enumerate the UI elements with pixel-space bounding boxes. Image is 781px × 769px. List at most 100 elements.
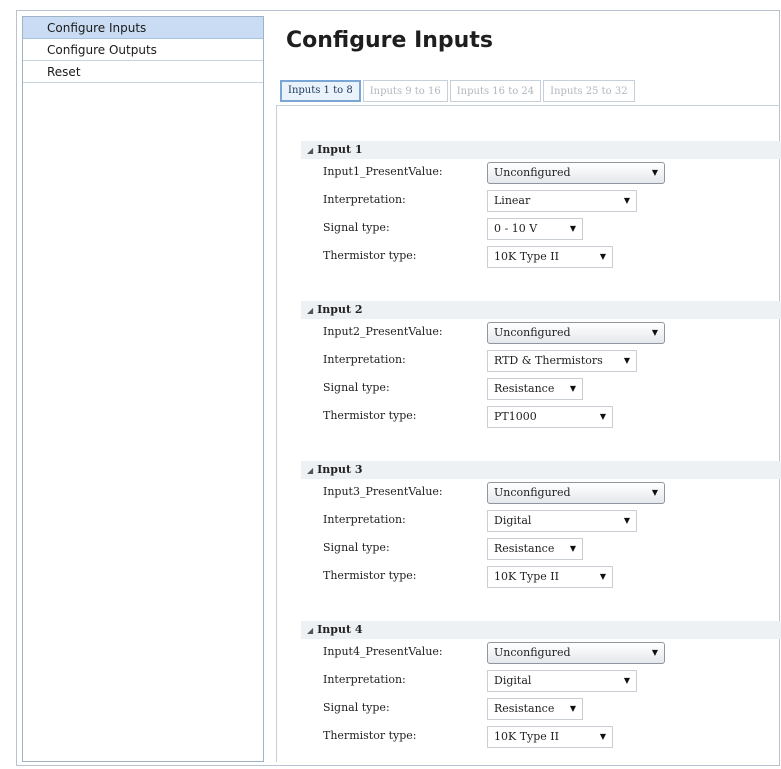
sidebar-item-reset[interactable]: Reset [23,61,263,83]
input-3-header[interactable]: ◢ Input 3 [301,461,781,479]
select-value: Digital [494,674,532,687]
chevron-down-icon: ▼ [599,412,606,421]
signal-type-label: Signal type: [323,221,390,234]
thermistor-type-label: Thermistor type: [323,249,417,262]
input-3-present-value-select[interactable]: Unconfigured ▼ [487,482,665,504]
sidebar-item-configure-outputs[interactable]: Configure Outputs [23,39,263,61]
input-2-signal-type-select[interactable]: Resistance ▼ [487,378,583,400]
tab-inputs-1-to-8[interactable]: Inputs 1 to 8 [280,80,361,102]
interpretation-label: Interpretation: [323,193,406,206]
tab-inputs-25-to-32[interactable]: Inputs 25 to 32 [543,80,635,102]
chevron-down-icon: ▼ [599,252,606,261]
select-value: Unconfigured [494,486,571,499]
signal-type-row: Signal type: Resistance ▼ [301,535,781,563]
input-1-present-value-select[interactable]: Unconfigured ▼ [487,162,665,184]
chevron-down-icon: ▼ [569,224,576,233]
select-value: Resistance [494,702,555,715]
input-4-present-value-select[interactable]: Unconfigured ▼ [487,642,665,664]
tab-panel: ◢ Input 1 Input1_PresentValue: Unconfigur… [276,105,781,762]
input-4-header[interactable]: ◢ Input 4 [301,621,781,639]
page-title: Configure Inputs [286,28,493,53]
chevron-down-icon: ▼ [651,328,658,337]
select-value: Unconfigured [494,166,571,179]
thermistor-type-row: Thermistor type: 10K Type II ▼ [301,563,781,591]
input-3-signal-type-select[interactable]: Resistance ▼ [487,538,583,560]
sidebar: Configure Inputs Configure Outputs Reset [22,16,264,762]
present-value-label: Input2_PresentValue: [323,325,443,338]
input-1-thermistor-type-select[interactable]: 10K Type II ▼ [487,246,613,268]
input-1-group: ◢ Input 1 Input1_PresentValue: Unconfigur… [301,141,781,271]
thermistor-type-label: Thermistor type: [323,569,417,582]
signal-type-row: Signal type: Resistance ▼ [301,695,781,723]
interpretation-row: Interpretation: Linear ▼ [301,187,781,215]
group-header-label: Input 3 [317,463,363,476]
select-value: Unconfigured [494,326,571,339]
input-1-signal-type-select[interactable]: 0 - 10 V ▼ [487,218,583,240]
thermistor-type-row: Thermistor type: 10K Type II ▼ [301,243,781,271]
present-value-row: Input4_PresentValue: Unconfigured ▼ [301,639,781,667]
input-2-interpretation-select[interactable]: RTD & Thermistors ▼ [487,350,637,372]
input-4-group: ◢ Input 4 Input4_PresentValue: Unconfigur… [301,621,781,751]
select-value: RTD & Thermistors [494,354,603,367]
input-3-thermistor-type-select[interactable]: 10K Type II ▼ [487,566,613,588]
group-header-label: Input 4 [317,623,363,636]
collapse-triangle-icon[interactable]: ◢ [307,465,313,475]
chevron-down-icon: ▼ [599,572,606,581]
group-header-label: Input 1 [317,143,363,156]
thermistor-type-label: Thermistor type: [323,409,417,422]
collapse-triangle-icon[interactable]: ◢ [307,145,313,155]
select-value: Resistance [494,542,555,555]
chevron-down-icon: ▼ [623,196,630,205]
group-header-label: Input 2 [317,303,363,316]
input-3-group: ◢ Input 3 Input3_PresentValue: Unconfigur… [301,461,781,591]
input-1-interpretation-select[interactable]: Linear ▼ [487,190,637,212]
input-1-header[interactable]: ◢ Input 1 [301,141,781,159]
interpretation-label: Interpretation: [323,353,406,366]
thermistor-type-row: Thermistor type: 10K Type II ▼ [301,723,781,751]
tab-inputs-9-to-16[interactable]: Inputs 9 to 16 [362,80,448,102]
input-2-group: ◢ Input 2 Input2_PresentValue: Unconfigur… [301,301,781,431]
select-value: 10K Type II [494,570,560,583]
interpretation-row: Interpretation: RTD & Thermistors ▼ [301,347,781,375]
signal-type-row: Signal type: 0 - 10 V ▼ [301,215,781,243]
interpretation-label: Interpretation: [323,513,406,526]
input-3-interpretation-select[interactable]: Digital ▼ [487,510,637,532]
present-value-label: Input3_PresentValue: [323,485,443,498]
present-value-row: Input2_PresentValue: Unconfigured ▼ [301,319,781,347]
tab-bar: Inputs 1 to 8 Inputs 9 to 16 Inputs 16 t… [280,80,637,104]
interpretation-row: Interpretation: Digital ▼ [301,667,781,695]
chevron-down-icon: ▼ [623,356,630,365]
select-value: Resistance [494,382,555,395]
chevron-down-icon: ▼ [599,732,606,741]
main-panel: Configure Inputs Inputs 1 to 8 Inputs 9 … [270,16,781,762]
chevron-down-icon: ▼ [569,544,576,553]
collapse-triangle-icon[interactable]: ◢ [307,305,313,315]
present-value-label: Input4_PresentValue: [323,645,443,658]
input-2-header[interactable]: ◢ Input 2 [301,301,781,319]
select-value: 10K Type II [494,250,560,263]
thermistor-type-row: Thermistor type: PT1000 ▼ [301,403,781,431]
signal-type-label: Signal type: [323,541,390,554]
select-value: Digital [494,514,532,527]
present-value-row: Input1_PresentValue: Unconfigured ▼ [301,159,781,187]
present-value-row: Input3_PresentValue: Unconfigured ▼ [301,479,781,507]
input-4-thermistor-type-select[interactable]: 10K Type II ▼ [487,726,613,748]
select-value: Unconfigured [494,646,571,659]
signal-type-label: Signal type: [323,701,390,714]
input-4-interpretation-select[interactable]: Digital ▼ [487,670,637,692]
tab-inputs-16-to-24[interactable]: Inputs 16 to 24 [449,80,542,102]
present-value-label: Input1_PresentValue: [323,165,443,178]
signal-type-row: Signal type: Resistance ▼ [301,375,781,403]
chevron-down-icon: ▼ [569,704,576,713]
sidebar-item-configure-inputs[interactable]: Configure Inputs [23,17,263,39]
chevron-down-icon: ▼ [651,648,658,657]
chevron-down-icon: ▼ [623,676,630,685]
collapse-triangle-icon[interactable]: ◢ [307,625,313,635]
input-2-thermistor-type-select[interactable]: PT1000 ▼ [487,406,613,428]
select-value: Linear [494,194,531,207]
input-2-present-value-select[interactable]: Unconfigured ▼ [487,322,665,344]
interpretation-row: Interpretation: Digital ▼ [301,507,781,535]
input-4-signal-type-select[interactable]: Resistance ▼ [487,698,583,720]
chevron-down-icon: ▼ [623,516,630,525]
select-value: 0 - 10 V [494,222,538,235]
